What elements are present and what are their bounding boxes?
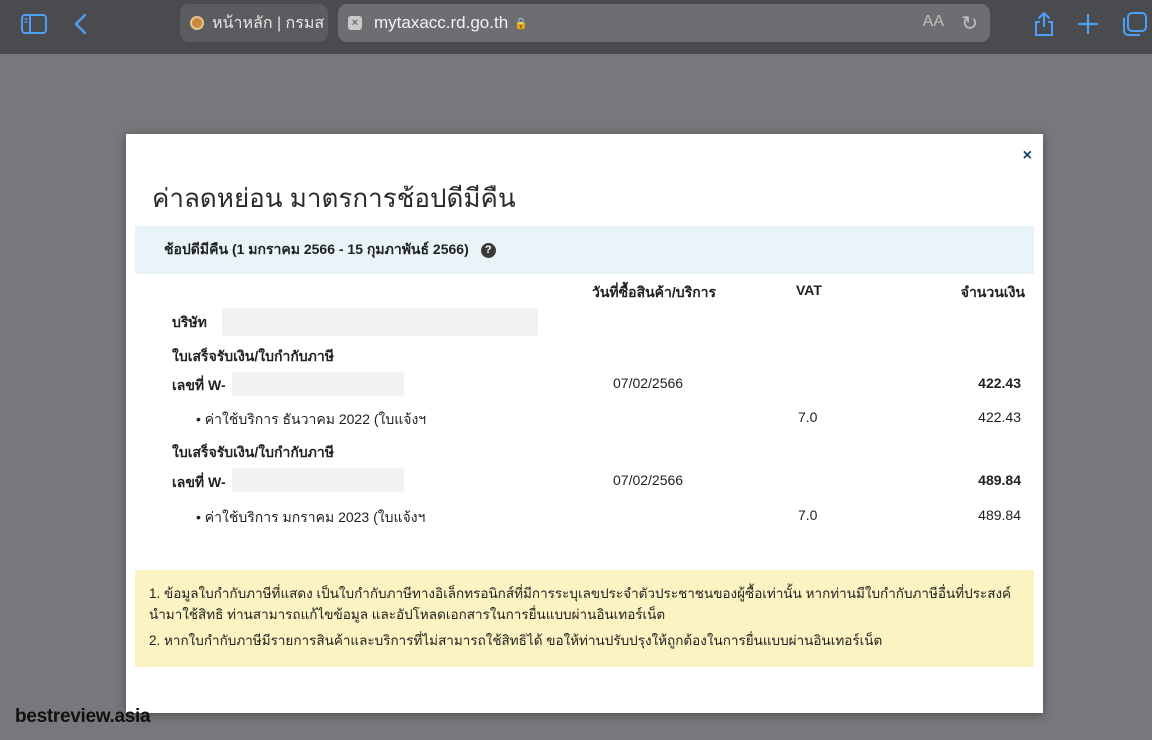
section-header: ช้อปดีมีคืน (1 มกราคม 2566 - 15 กุมภาพัน… [135,226,1034,274]
receipt-2-doc-no: เลขที่ W- [172,474,226,490]
receipt-1-doc-no: เลขที่ W- [172,377,226,393]
note-2: 2. หากใบกำกับภาษีมีรายการสินค้าและบริการ… [149,633,883,648]
tabs-overview-icon[interactable] [1118,10,1150,38]
receipt-2-date: 07/02/2566 [613,472,684,488]
tab-close-icon[interactable]: × [348,16,362,30]
deduction-modal: × ค่าลดหย่อน มาตรการช้อปดีมีคืน ช้อปดีมี… [126,134,1043,713]
sidebar-toggle-icon[interactable] [18,10,50,38]
help-icon[interactable]: ? [480,242,496,258]
section-header-label: ช้อปดีมีคืน (1 มกราคม 2566 - 15 กุมภาพัน… [164,241,469,257]
note-1: 1. ข้อมูลใบกำกับภาษีที่แสดง เป็นใบกำกับภ… [149,586,1012,622]
text-size-button[interactable]: AA [923,13,944,31]
company-label: บริษัท [172,314,207,330]
tab-home[interactable]: หน้าหลัก | กรมส [180,4,328,42]
column-header-vat: VAT [796,282,822,298]
back-icon[interactable] [64,10,96,38]
share-icon[interactable] [1028,10,1060,38]
receipt-1-total: 422.43 [978,375,1021,391]
receipt-2-item-vat: 7.0 [798,507,818,523]
receipt-2-item-label: • ค่าใช้บริการ มกราคม 2023 (ใบแจ้งฯ [196,509,426,525]
receipt-2-item-amount: 489.84 [978,507,1021,523]
tab-active-address[interactable]: × mytaxacc.rd.go.th 🔒 AA ↻ [338,4,990,42]
watermark-logo: bestreview.asia [15,706,151,727]
modal-title: ค่าลดหย่อน มาตรการช้อปดีมีคืน [152,183,516,213]
receipt-1-doc-type: ใบเสร็จรับเงิน/ใบกำกับภาษี [172,348,335,364]
address-url[interactable]: mytaxacc.rd.go.th [374,13,508,33]
new-tab-icon[interactable] [1072,10,1104,38]
close-icon[interactable]: × [1023,147,1032,165]
receipt-2-number-redacted [232,468,404,492]
receipt-1-number-redacted [232,372,404,396]
receipt-1-item-label: • ค่าใช้บริการ ธันวาคม 2022 (ใบแจ้งฯ [196,411,427,427]
receipt-1-item-vat: 7.0 [798,409,818,425]
company-name-redacted [222,308,538,336]
column-header-date: วันที่ซื้อสินค้า/บริการ [592,284,717,300]
receipt-2-doc-type: ใบเสร็จรับเงิน/ใบกำกับภาษี [172,444,335,460]
browser-toolbar: หน้าหลัก | กรมส × mytaxacc.rd.go.th 🔒 AA… [0,0,1152,54]
notes-box: 1. ข้อมูลใบกำกับภาษีที่แสดง เป็นใบกำกับภ… [135,570,1034,667]
column-header-amount: จำนวนเงิน [960,284,1025,300]
receipt-1-date: 07/02/2566 [613,375,684,391]
tab-home-title: หน้าหลัก | กรมส [212,14,325,32]
site-favicon-icon [190,16,204,30]
lock-icon: 🔒 [514,17,528,30]
receipt-2-total: 489.84 [978,472,1021,488]
reload-icon[interactable]: ↻ [961,11,978,36]
receipt-1-item-amount: 422.43 [978,409,1021,425]
